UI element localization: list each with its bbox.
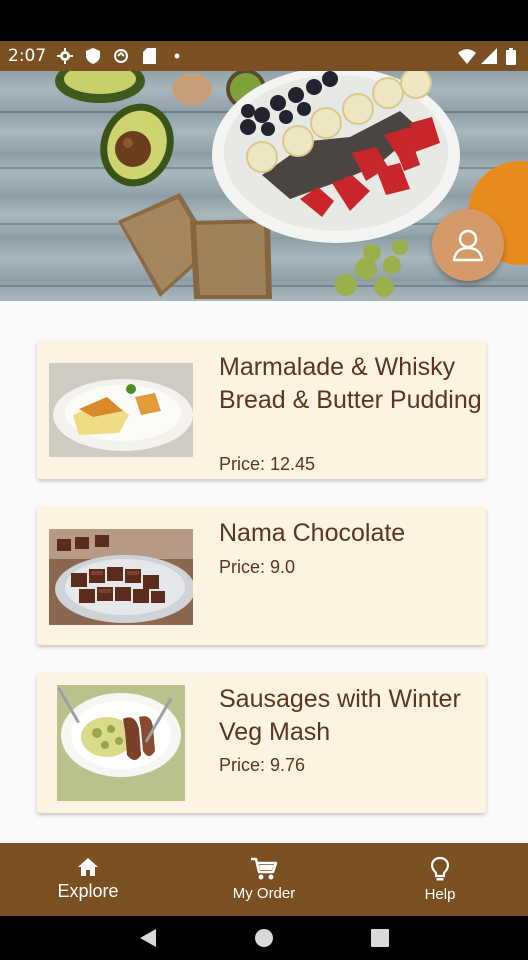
dot-icon [168, 47, 186, 65]
status-bar: 2:07 [0, 41, 528, 71]
cart-icon [251, 857, 278, 880]
signal-icon [480, 47, 498, 65]
nav-label: Help [424, 886, 456, 903]
wifi-icon [458, 47, 476, 65]
nav-label: Explore [57, 881, 119, 901]
menu-item-title: Sausages with Winter Veg Mash [219, 685, 461, 746]
pudding-image [49, 363, 193, 457]
sd-card-icon [140, 47, 158, 65]
menu-item-card[interactable]: Marmalade & Whisky Bread & Butter Puddin… [37, 341, 486, 479]
bottom-navigation: Explore My Order Help [0, 843, 528, 916]
nav-my-order[interactable]: My Order [176, 843, 352, 916]
top-black-bar [0, 0, 528, 41]
settings-icon [56, 47, 74, 65]
menu-item-price: Price: 9.76 [219, 755, 306, 775]
menu-item-price: Price: 12.45 [219, 454, 316, 474]
home-icon [78, 858, 98, 876]
recents-icon[interactable] [371, 929, 390, 947]
sync-icon [112, 47, 130, 65]
nav-help[interactable]: Help [352, 843, 528, 916]
menu-item-title: Nama Chocolate [219, 519, 406, 547]
battery-icon [502, 47, 520, 65]
nav-explore[interactable]: Explore [0, 843, 176, 916]
menu-item-card[interactable]: Nama Chocolate Price: 9.0 [37, 507, 486, 645]
menu-item-card[interactable]: Sausages with Winter Veg Mash Price: 9.7… [37, 673, 486, 813]
profile-button[interactable] [432, 209, 504, 281]
lightbulb-icon [431, 856, 449, 881]
hero-image [0, 71, 528, 301]
menu-item-title: Marmalade & Whisky Bread & Butter Puddin… [219, 353, 482, 414]
app-screen: Marmalade & Whisky Bread & Butter Puddin… [0, 71, 528, 916]
status-time: 2:07 [8, 46, 47, 66]
chocolate-image [49, 529, 193, 625]
shield-icon [84, 47, 102, 65]
back-icon[interactable] [139, 928, 157, 948]
nav-label: My Order [232, 885, 296, 902]
system-navigation-bar [0, 916, 528, 960]
menu-item-price: Price: 9.0 [219, 557, 296, 577]
home-circle-icon[interactable] [254, 928, 274, 948]
menu-list: Marmalade & Whisky Bread & Butter Puddin… [0, 301, 528, 841]
user-icon [452, 229, 484, 262]
sausage-image [57, 685, 185, 801]
